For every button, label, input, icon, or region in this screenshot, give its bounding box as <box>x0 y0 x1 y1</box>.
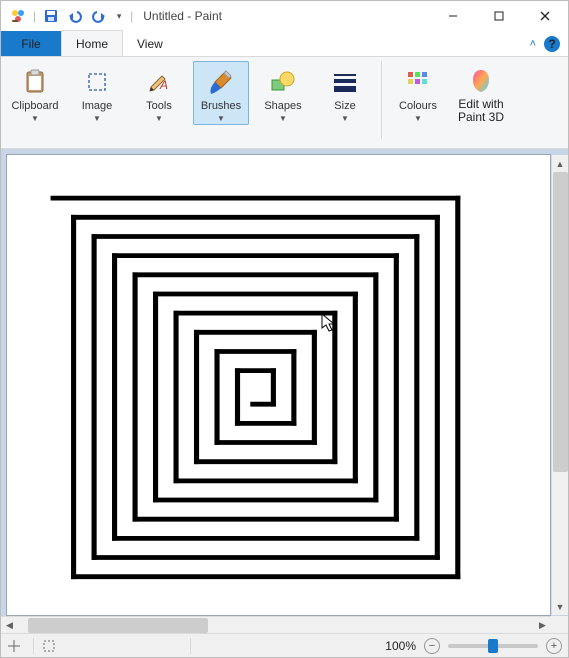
zoom-level: 100% <box>385 639 416 653</box>
tools-label: Tools <box>146 100 172 112</box>
brushes-label: Brushes <box>201 100 241 112</box>
undo-button[interactable] <box>64 5 86 27</box>
dropdown-arrow-icon: ▼ <box>414 116 422 122</box>
qat-customize-button[interactable]: ▾ <box>112 5 126 27</box>
selection-size-cell <box>42 639 182 653</box>
crosshair-icon <box>7 639 21 653</box>
paint3d-label-line2: Paint 3D <box>458 110 504 124</box>
clipboard-icon <box>19 68 51 96</box>
size-button[interactable]: Size ▼ <box>317 61 373 125</box>
collapse-ribbon-button[interactable]: ˄ <box>530 38 536 50</box>
cursor-position-cell <box>7 639 25 653</box>
paint3d-label: Edit with Paint 3D <box>458 98 504 124</box>
tab-view[interactable]: View <box>123 31 177 56</box>
canvas-area: ▲ ▼ ◀ ▶ <box>1 149 568 633</box>
size-icon <box>329 68 361 96</box>
colours-group[interactable]: Colours ▼ <box>390 61 446 125</box>
zoom-slider[interactable] <box>448 644 538 648</box>
close-button[interactable] <box>522 1 568 31</box>
dropdown-arrow-icon: ▼ <box>155 116 163 122</box>
scroll-up-button[interactable]: ▲ <box>552 155 569 172</box>
clipboard-group[interactable]: Clipboard ▼ <box>7 61 63 125</box>
ribbon: Clipboard ▼ Image ▼ A Tools ▼ <box>1 57 568 149</box>
paint-window: | ▾ | <box>0 0 569 658</box>
qat-separator: | <box>31 9 38 23</box>
selection-size-icon <box>42 639 56 653</box>
undo-icon <box>67 8 83 24</box>
vertical-scroll-thumb[interactable] <box>553 172 568 472</box>
image-label: Image <box>82 100 113 112</box>
shapes-label: Shapes <box>264 100 301 112</box>
close-icon <box>540 11 550 21</box>
size-label: Size <box>334 100 355 112</box>
redo-icon <box>91 8 107 24</box>
maximize-icon <box>494 11 504 21</box>
tools-group[interactable]: A Tools ▼ <box>131 61 187 125</box>
colours-icon <box>402 68 434 96</box>
qat-separator: | <box>128 9 135 23</box>
paint3d-icon <box>465 68 497 94</box>
canvas[interactable] <box>7 155 550 615</box>
window-title: Untitled - Paint <box>135 9 430 23</box>
svg-text:A: A <box>159 78 168 92</box>
paint3d-label-line1: Edit with <box>458 97 503 111</box>
redo-button[interactable] <box>88 5 110 27</box>
tab-home[interactable]: Home <box>61 30 123 56</box>
pencil-icon: A <box>143 68 175 96</box>
window-controls <box>430 1 568 31</box>
help-icon: ? <box>548 37 555 51</box>
zoom-level-text: 100% <box>385 639 416 653</box>
brushes-button[interactable]: Brushes ▼ <box>193 61 249 125</box>
clipboard-label: Clipboard <box>11 100 58 112</box>
tabs-right: ˄ ? <box>530 31 568 56</box>
image-group[interactable]: Image ▼ <box>69 61 125 125</box>
dropdown-arrow-icon: ▼ <box>341 116 349 122</box>
dropdown-arrow-icon: ▼ <box>279 116 287 122</box>
select-icon <box>81 68 113 96</box>
brush-icon <box>205 68 237 96</box>
scroll-corner <box>551 616 568 633</box>
dropdown-arrow-icon: ▼ <box>93 116 101 122</box>
ribbon-tabs: File Home View ˄ ? <box>1 31 568 57</box>
minimize-button[interactable] <box>430 1 476 31</box>
save-button[interactable] <box>40 5 62 27</box>
shapes-icon <box>267 68 299 96</box>
horizontal-scrollbar[interactable]: ◀ ▶ <box>1 616 551 633</box>
scroll-right-button[interactable]: ▶ <box>534 617 551 634</box>
tab-home-label: Home <box>76 37 108 51</box>
scroll-down-button[interactable]: ▼ <box>552 598 569 615</box>
titlebar: | ▾ | <box>1 1 568 31</box>
dropdown-arrow-icon: ▼ <box>217 116 225 122</box>
zoom-in-button[interactable]: + <box>546 638 562 654</box>
dropdown-arrow-icon: ▼ <box>31 116 39 122</box>
scroll-left-button[interactable]: ◀ <box>1 617 18 634</box>
zoom-slider-thumb[interactable] <box>488 639 498 653</box>
help-button[interactable]: ? <box>544 36 560 52</box>
horizontal-scroll-thumb[interactable] <box>28 618 208 633</box>
minimize-icon <box>448 11 458 21</box>
save-icon <box>43 8 59 24</box>
status-separator <box>190 638 191 654</box>
statusbar: 100% − + <box>1 633 568 657</box>
edit-with-paint-3d-button[interactable]: Edit with Paint 3D <box>452 61 510 125</box>
zoom-out-button[interactable]: − <box>424 638 440 654</box>
file-tab[interactable]: File <box>1 31 61 56</box>
file-tab-label: File <box>21 37 40 51</box>
drawing-content <box>7 155 550 615</box>
app-icon <box>7 5 29 27</box>
ribbon-separator <box>381 61 382 139</box>
status-separator <box>33 638 34 654</box>
tab-view-label: View <box>137 37 163 51</box>
colours-label: Colours <box>399 100 437 112</box>
shapes-group[interactable]: Shapes ▼ <box>255 61 311 125</box>
horizontal-scroll-track[interactable] <box>18 618 534 633</box>
maximize-button[interactable] <box>476 1 522 31</box>
vertical-scrollbar[interactable]: ▲ ▼ <box>551 155 568 615</box>
quick-access-toolbar: | ▾ | <box>1 5 135 27</box>
